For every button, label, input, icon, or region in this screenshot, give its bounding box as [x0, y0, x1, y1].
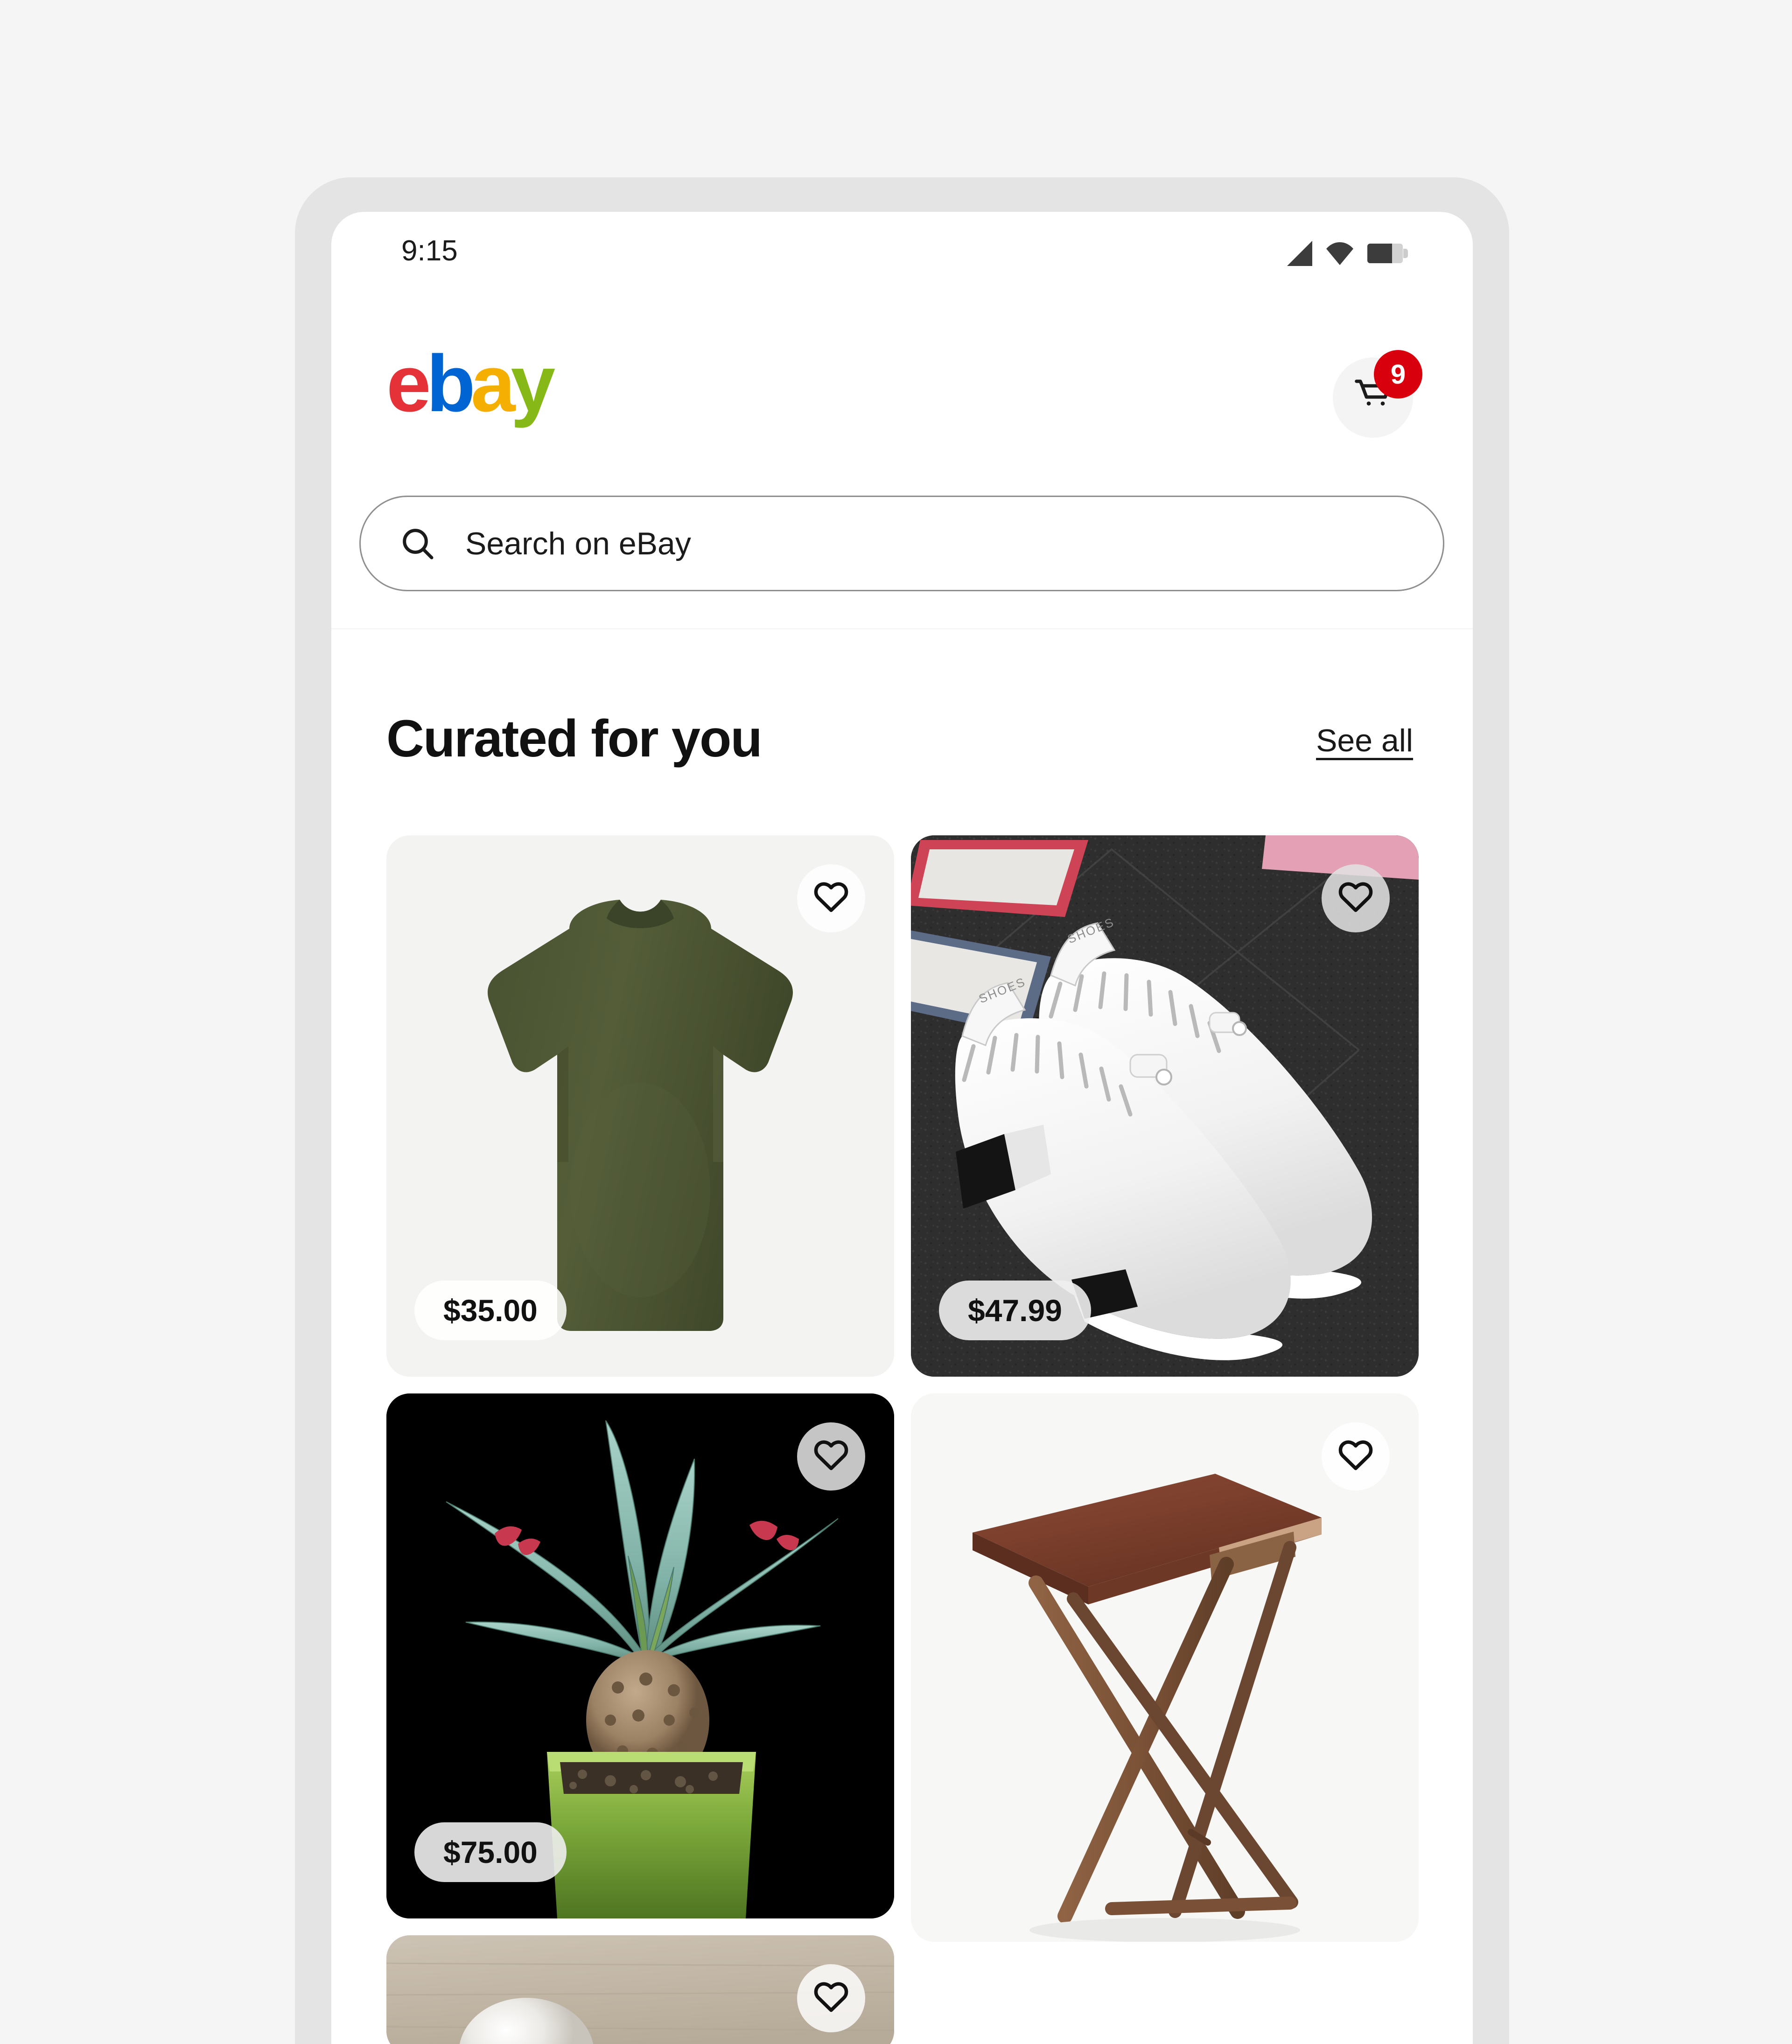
search-input[interactable]: Search on eBay [359, 496, 1444, 591]
favorite-button[interactable] [797, 1964, 865, 2032]
favorite-button[interactable] [1322, 1422, 1390, 1491]
cart-badge: 9 [1374, 350, 1422, 399]
battery-icon [1367, 244, 1408, 263]
app-header: ebay 9 Search on eBay [331, 305, 1473, 628]
product-card-sneakers[interactable]: SHOES SHOES $47.99 [911, 835, 1419, 1377]
section-header: Curated for you See all [331, 708, 1473, 774]
see-all-link[interactable]: See all [1316, 722, 1413, 759]
search-placeholder: Search on eBay [465, 525, 691, 561]
heart-icon [1337, 1437, 1374, 1476]
favorite-button[interactable] [1322, 864, 1390, 932]
logo-letter-a: a [470, 339, 516, 428]
price-badge: $75.00 [414, 1822, 567, 1882]
status-bar-icons [1287, 241, 1408, 266]
heart-icon [813, 1979, 849, 2018]
product-card-folding-table[interactable] [911, 1393, 1419, 1942]
wifi-icon [1325, 241, 1354, 266]
logo-letter-b: b [426, 339, 476, 428]
status-bar: 9:15 [331, 212, 1473, 305]
phone-frame: 9:15 ebay 9 Search on eBay Curated for y… [295, 177, 1509, 2044]
product-card-plant[interactable]: $75.00 [386, 1393, 894, 1918]
logo-letter-y: y [511, 339, 555, 428]
heart-icon [1337, 879, 1374, 918]
favorite-button[interactable] [797, 1422, 865, 1491]
price-badge: $35.00 [414, 1281, 567, 1340]
signal-icon [1287, 241, 1312, 266]
heart-icon [813, 879, 849, 918]
ebay-logo[interactable]: ebay [386, 343, 555, 424]
product-grid-column-right: SHOES SHOES $47.99 [911, 835, 1419, 2044]
product-grid-column-left: $35.00 $75.00 [386, 835, 894, 2044]
phone-screen: 9:15 ebay 9 Search on eBay Curated for y… [331, 212, 1473, 2044]
heart-icon [813, 1437, 849, 1476]
page-title: Curated for you [386, 709, 763, 768]
content-area: Curated for you See all $35.00 $75.00 SH… [331, 630, 1473, 2044]
favorite-button[interactable] [797, 864, 865, 932]
product-card-t-shirt[interactable]: $35.00 [386, 835, 894, 1377]
logo-letter-e: e [386, 339, 431, 428]
status-bar-time: 9:15 [401, 235, 458, 267]
search-icon [399, 525, 436, 562]
product-grid: $35.00 $75.00 SHOES SHOES $47.99 [386, 835, 1419, 2044]
product-card-pearl[interactable] [386, 1935, 894, 2044]
price-badge: $47.99 [939, 1281, 1091, 1340]
